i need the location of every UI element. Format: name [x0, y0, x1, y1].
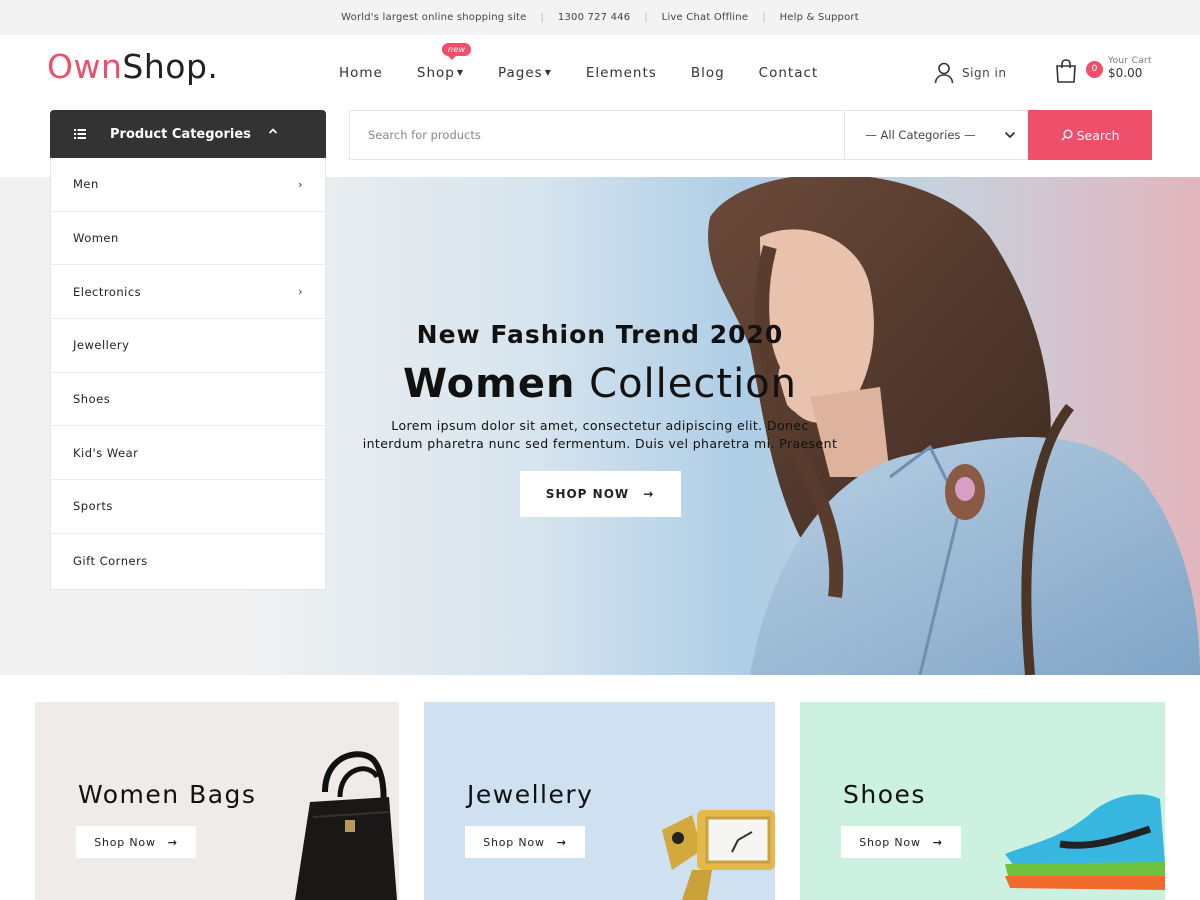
category-sports[interactable]: Sports [51, 480, 325, 534]
category-select[interactable]: — All Categories — [845, 111, 1028, 159]
nav-pages-label: Pages [498, 64, 543, 81]
category-women[interactable]: Women [51, 212, 325, 266]
sneaker-image [1005, 794, 1165, 890]
category-label: Sports [73, 499, 113, 514]
category-shoes[interactable]: Shoes [51, 373, 325, 427]
help-support-link[interactable]: Help & Support [766, 12, 873, 23]
category-electronics[interactable]: Electronics › [51, 265, 325, 320]
promo-shop-now-button[interactable]: Shop Now → [465, 826, 585, 858]
tagline: World's largest online shopping site [341, 12, 527, 23]
promo-button-label: Shop Now [859, 835, 921, 849]
nav-contact-label: Contact [758, 64, 819, 81]
top-bar: World's largest online shopping site | 1… [0, 0, 1200, 35]
hero-subtitle: New Fashion Trend 2020 [416, 320, 784, 349]
arrow-right-icon: → [932, 835, 943, 849]
shop-now-button[interactable]: SHOP NOW → [519, 471, 681, 517]
search-button[interactable]: Search [1028, 110, 1152, 160]
product-search-bar: — All Categories — Search [349, 110, 1152, 160]
nav-elements-label: Elements [585, 64, 657, 81]
sign-in-link[interactable]: Sign in [934, 62, 1006, 84]
hero-description: Lorem ipsum dolor sit amet, consectetur … [362, 418, 838, 451]
hero-title-bold: Women [402, 361, 576, 407]
category-jewellery[interactable]: Jewellery [51, 319, 325, 373]
phone-number[interactable]: 1300 727 446 [544, 12, 644, 23]
promo-shop-now-button[interactable]: Shop Now → [76, 826, 196, 858]
arrow-right-icon: → [556, 835, 567, 849]
search-button-label: Search [1076, 127, 1120, 143]
search-icon [1061, 129, 1073, 141]
nav-elements[interactable]: Elements [569, 65, 674, 81]
main-nav: Home new Shop ▼ Pages ▼ Elements Blog Cont… [322, 35, 835, 110]
shopping-bag-icon [1056, 59, 1076, 83]
site-header: OwnShop. Home new Shop ▼ Pages ▼ Elements … [0, 35, 1200, 110]
search-input[interactable] [350, 111, 846, 159]
logo-part-shop: Shop. [122, 47, 219, 86]
hero-content: New Fashion Trend 2020 Women Collection … [340, 320, 860, 517]
category-list: Men › Women Electronics › Jewellery Shoes … [50, 158, 326, 590]
cart-amount: $0.00 [1108, 65, 1143, 80]
promo-card-jewellery: Jewellery Shop Now → [424, 702, 775, 900]
promo-card-women-bags: Women Bags Shop Now → [35, 702, 399, 900]
category-label: Women [73, 231, 119, 246]
list-icon [74, 129, 86, 139]
category-label: Shoes [73, 392, 111, 407]
category-label: Gift Corners [73, 553, 148, 568]
nav-contact[interactable]: Contact [742, 65, 836, 81]
sign-in-label: Sign in [962, 66, 1007, 80]
chevron-right-icon: › [298, 177, 303, 191]
watch-image [662, 810, 775, 900]
promo-button-label: Shop Now [94, 835, 156, 849]
chevron-right-icon: › [298, 285, 303, 299]
nav-home[interactable]: Home [322, 65, 400, 81]
nav-blog[interactable]: Blog [674, 65, 742, 81]
cart-summary: Your Cart $0.00 [1108, 56, 1152, 80]
chevron-down-icon [1005, 131, 1016, 139]
category-kids-wear[interactable]: Kid's Wear [51, 426, 325, 481]
category-label: Men [73, 177, 99, 192]
category-men[interactable]: Men › [51, 158, 325, 212]
category-label: Kid's Wear [73, 445, 139, 460]
category-gift-corners[interactable]: Gift Corners [51, 534, 325, 588]
live-chat-link[interactable]: Live Chat Offline [648, 12, 763, 23]
nav-home-label: Home [339, 64, 383, 81]
promo-title: Women Bags [78, 780, 257, 809]
product-categories-title: Product Categories [110, 126, 251, 142]
category-label: Electronics [73, 284, 142, 299]
new-badge: new [441, 42, 472, 60]
nav-blog-label: Blog [690, 64, 725, 81]
logo-part-own: Own [47, 47, 123, 86]
chevron-up-icon [268, 128, 278, 134]
caret-down-icon: ▼ [544, 67, 552, 77]
cart-count-badge: 0 [1086, 61, 1103, 78]
hero-title: Women Collection [340, 361, 860, 407]
category-select-value: — All Categories — [865, 128, 976, 142]
nav-pages[interactable]: Pages ▼ [481, 65, 569, 81]
promo-card-shoes: Shoes Shop Now → [800, 702, 1165, 900]
arrow-right-icon: → [643, 487, 655, 501]
user-icon [934, 62, 954, 84]
promo-shop-now-button[interactable]: Shop Now → [841, 826, 961, 858]
shop-now-label: SHOP NOW [545, 487, 630, 501]
cart-button[interactable]: 0 Your Cart $0.00 [1055, 56, 1152, 83]
product-categories-toggle[interactable]: Product Categories [50, 110, 326, 158]
nav-shop[interactable]: new Shop ▼ [400, 42, 481, 81]
promo-title: Jewellery [467, 780, 594, 809]
category-label: Jewellery [73, 338, 130, 353]
arrow-right-icon: → [167, 835, 178, 849]
handbag-image [295, 751, 397, 900]
nav-shop-label: Shop [416, 64, 455, 81]
site-logo[interactable]: OwnShop. [47, 47, 218, 86]
promo-button-label: Shop Now [483, 835, 545, 849]
caret-down-icon: ▼ [456, 67, 464, 77]
promo-title: Shoes [843, 780, 926, 809]
hero-title-light: Collection [589, 361, 798, 407]
